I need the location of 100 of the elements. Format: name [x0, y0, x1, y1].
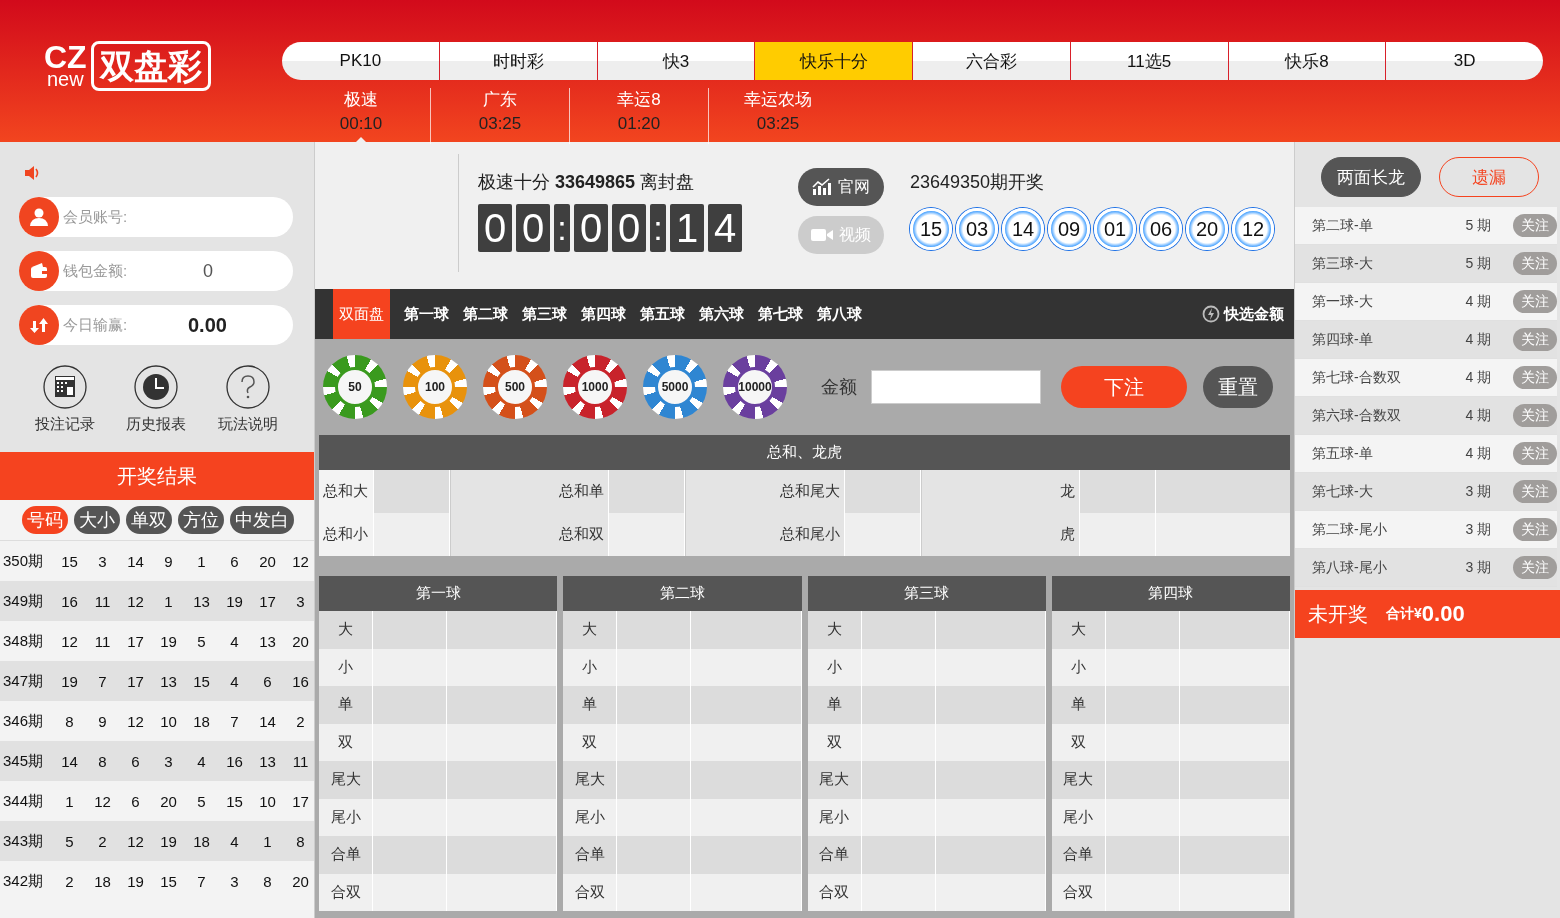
- lottery-ball: 14: [1002, 208, 1044, 250]
- streak-name: 第六球-合数双: [1311, 406, 1402, 425]
- results-filter-tab[interactable]: 方位: [178, 506, 224, 534]
- help-icon: [226, 365, 271, 409]
- draw-number: 20: [291, 632, 310, 650]
- draw-number: 15: [159, 872, 178, 890]
- shortcut-link[interactable]: 投注记录: [34, 365, 95, 434]
- draw-number: 4: [229, 672, 240, 690]
- results-filter-tab[interactable]: 大小: [74, 506, 120, 534]
- betting-chip[interactable]: 100: [403, 355, 467, 419]
- lightning-icon: [1202, 305, 1220, 323]
- issue-number: 348期: [3, 631, 45, 651]
- results-header: 开奖结果: [0, 452, 314, 500]
- amount-label: 金额: [821, 376, 857, 399]
- lottery-ticket-icon: [42, 365, 87, 409]
- streak-name: 第二球-单: [1311, 216, 1374, 235]
- streak-count: 5 期: [1464, 216, 1492, 235]
- draw-number: 6: [262, 672, 273, 690]
- bet-option-cell: 尾大: [563, 761, 618, 799]
- bet-tab[interactable]: 第五球: [632, 289, 693, 339]
- bet-tab[interactable]: 第一球: [396, 289, 457, 339]
- draw-number: 20: [159, 792, 178, 810]
- quick-amount-link[interactable]: 快选金额: [1202, 289, 1284, 339]
- draw-number: 17: [126, 632, 145, 650]
- bet-tab[interactable]: 第六球: [691, 289, 752, 339]
- results-filter-tab[interactable]: 号码: [22, 506, 68, 534]
- game-tab[interactable]: 时时彩: [438, 42, 597, 80]
- speaker-icon[interactable]: [23, 164, 41, 182]
- countdown-digit: 0: [612, 204, 646, 252]
- draw-number: 13: [258, 752, 277, 770]
- streak-count: 4 期: [1464, 406, 1492, 425]
- draw-number: 18: [93, 872, 112, 890]
- betting-chip[interactable]: 50: [323, 355, 387, 419]
- streak-name: 第一球-大: [1311, 292, 1374, 311]
- up-down-arrows-icon: [29, 315, 49, 335]
- bet-option-cell: 合双: [807, 873, 862, 911]
- results-filter-tab[interactable]: 单双: [126, 506, 172, 534]
- draw-number: 18: [192, 832, 211, 850]
- field-label: 钱包金额:: [63, 261, 129, 281]
- reset-button[interactable]: 重置: [1203, 366, 1273, 408]
- draw-number: 11: [93, 592, 112, 610]
- field-label: 今日输赢:: [63, 315, 129, 335]
- bet-tab[interactable]: 双面盘: [333, 289, 390, 339]
- betting-chip[interactable]: 10000: [723, 355, 787, 419]
- field-value: 0: [203, 260, 213, 282]
- draw-number: 12: [126, 712, 145, 730]
- draw-number: 13: [192, 592, 211, 610]
- site-link[interactable]: 官网: [798, 168, 884, 206]
- draw-number: 1: [262, 832, 273, 850]
- draw-number: 17: [126, 672, 145, 690]
- draw-number: 16: [60, 592, 79, 610]
- draw-number: 3: [295, 592, 306, 610]
- draw-number: 7: [229, 712, 240, 730]
- bet-option-cell: 总和大: [319, 470, 374, 513]
- issue-number: 350期: [3, 551, 45, 571]
- draw-number: 6: [130, 752, 141, 770]
- shortcut-link[interactable]: 历史报表: [126, 365, 187, 434]
- bet-option-cell: 单: [319, 686, 373, 724]
- bet-tab[interactable]: 第二球: [455, 289, 516, 339]
- lottery-ball: 15: [910, 208, 952, 250]
- game-tab[interactable]: 快乐十分: [754, 42, 912, 80]
- bet-option-cell: 大: [807, 611, 862, 649]
- bet-option-cell: 合双: [1051, 873, 1106, 911]
- bet-option-cell: 单: [563, 686, 618, 724]
- lottery-timer-tab[interactable]: 极速 00:10: [292, 88, 430, 144]
- draw-number: 8: [295, 832, 306, 850]
- place-bet-button[interactable]: 下注: [1061, 366, 1187, 408]
- issue-number: 344期: [3, 791, 45, 811]
- draw-number: 20: [291, 872, 310, 890]
- draw-number: 9: [97, 712, 108, 730]
- betting-chip[interactable]: 5000: [643, 355, 707, 419]
- draw-number: 2: [295, 712, 306, 730]
- draw-number: 12: [60, 632, 79, 650]
- bet-tab[interactable]: 第三球: [514, 289, 575, 339]
- game-tab[interactable]: PK10: [282, 42, 439, 80]
- bet-option-cell: 合单: [807, 836, 862, 874]
- game-tab[interactable]: 3D: [1385, 42, 1543, 80]
- bet-tab[interactable]: 第八球: [809, 289, 870, 339]
- betting-chip[interactable]: 1000: [563, 355, 627, 419]
- draw-number: 14: [258, 712, 277, 730]
- game-tab[interactable]: 11选5: [1069, 42, 1228, 80]
- bet-option-cell: 单: [807, 686, 862, 724]
- betting-chip[interactable]: 500: [483, 355, 547, 419]
- field-label: 会员账号:: [63, 207, 129, 227]
- wallet-icon: [29, 261, 49, 281]
- draw-countdown-title: 极速十分 33649865 离封盘: [478, 171, 696, 194]
- game-tab[interactable]: 快乐8: [1227, 42, 1386, 80]
- shortcut-link[interactable]: 玩法说明: [218, 365, 279, 434]
- bet-tab[interactable]: 第七球: [750, 289, 811, 339]
- game-tab[interactable]: 六合彩: [912, 42, 1070, 80]
- draw-number: 7: [97, 672, 108, 690]
- streak-name: 第八球-尾小: [1311, 558, 1388, 577]
- issue-number: 343期: [3, 831, 45, 851]
- results-filter-tab[interactable]: 中发白: [230, 506, 294, 534]
- amount-input-field[interactable]: [871, 370, 1041, 404]
- bet-tab[interactable]: 第四球: [573, 289, 634, 339]
- table-header: 总和、龙虎: [319, 435, 1290, 470]
- issue-number: 342期: [3, 871, 45, 891]
- bet-option-cell: 大: [1051, 611, 1106, 649]
- side-tab[interactable]: 两面长龙: [1321, 157, 1421, 197]
